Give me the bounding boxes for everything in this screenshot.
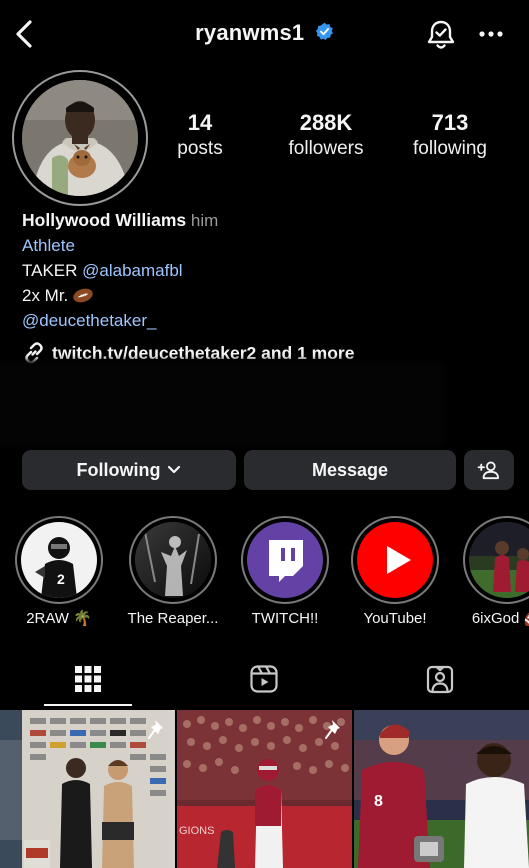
followers-stat[interactable]: 288K followers xyxy=(272,110,380,162)
highlight-ring xyxy=(241,516,329,604)
highlight-cover-the-reaper xyxy=(135,522,211,598)
mention-deucethetaker[interactable]: @deucethetaker_ xyxy=(22,308,522,333)
highlight-cover-youtube xyxy=(357,522,433,598)
profile-bio: Hollywood Williams him Athlete TAKER @al… xyxy=(22,208,522,333)
posts-count: 14 xyxy=(187,110,213,135)
grid-post[interactable]: 8 xyxy=(354,710,529,868)
notifications-button[interactable] xyxy=(424,17,458,53)
tagged-icon xyxy=(426,665,454,694)
highlight-label: TWITCH!! xyxy=(251,610,319,627)
profile-username: ryanwms1 xyxy=(195,20,305,45)
message-button[interactable]: Message xyxy=(244,450,456,490)
pin-icon xyxy=(325,720,340,739)
avatar xyxy=(22,80,138,196)
bio-mr-text: 2x Mr. xyxy=(22,286,69,305)
grid-icon xyxy=(75,666,101,692)
following-button[interactable]: Following xyxy=(22,450,236,490)
bio-link-text: twitch.tv/deucethetaker2 and 1 more xyxy=(52,343,355,363)
bio-link[interactable]: twitch.tv/deucethetaker2 and 1 more xyxy=(22,340,354,366)
bio-line-mr: 2x Mr. xyxy=(22,283,522,308)
highlight-ring xyxy=(463,516,529,604)
add-user-icon xyxy=(477,461,500,480)
top-bar: ryanwms1 xyxy=(0,0,529,70)
highlight-label: 2RAW 🌴 xyxy=(26,610,92,627)
highlight-ring: 2 xyxy=(15,516,103,604)
following-stat[interactable]: 713 following xyxy=(400,110,500,162)
highlight-ring xyxy=(351,516,439,604)
banner-text: GIONS xyxy=(179,825,214,837)
svg-text:8: 8 xyxy=(374,793,383,810)
bell-check-icon xyxy=(427,20,455,49)
category-label: Athlete xyxy=(22,236,75,255)
posts-label: posts xyxy=(177,138,223,159)
message-button-label: Message xyxy=(311,459,389,480)
pronoun: him xyxy=(190,211,219,230)
active-tab-indicator xyxy=(44,704,132,706)
american-football-icon xyxy=(73,288,94,303)
highlight-6ixgod[interactable]: 6ixGod 🏈 xyxy=(452,516,529,628)
tab-posts-grid[interactable] xyxy=(0,650,176,708)
tab-reels[interactable] xyxy=(176,650,352,708)
reels-icon xyxy=(250,665,278,693)
profile-avatar-ring[interactable] xyxy=(12,70,148,206)
bio-name-line: Hollywood Williams him xyxy=(22,208,522,233)
more-horizontal-icon xyxy=(479,31,503,37)
followers-count: 288K xyxy=(299,110,353,135)
highlight-youtube[interactable]: YouTube! xyxy=(340,516,450,628)
highlight-ring xyxy=(129,516,217,604)
redacted-area xyxy=(0,366,440,442)
bio-line-taker: TAKER @alabamafbl xyxy=(22,258,522,283)
highlight-twitch[interactable]: TWITCH!! xyxy=(230,516,340,628)
highlight-cover-twitch xyxy=(247,522,323,598)
chevron-down-icon xyxy=(168,465,181,474)
bio-taker-text: TAKER xyxy=(22,261,83,280)
tab-tagged[interactable] xyxy=(352,650,528,708)
posts-stat[interactable]: 14 posts xyxy=(160,110,240,162)
display-name: Hollywood Williams xyxy=(22,210,187,230)
highlight-cover-2raw: 2 xyxy=(21,522,97,598)
highlight-2raw[interactable]: 2 2RAW 🌴 xyxy=(4,516,114,628)
following-button-label: Following xyxy=(76,459,161,480)
highlight-cover-6ixgod xyxy=(469,522,529,598)
highlight-label: The Reaper... xyxy=(127,610,219,627)
link-icon xyxy=(25,342,43,364)
profile-tabs xyxy=(0,650,529,708)
following-label: following xyxy=(413,138,487,159)
grid-post[interactable] xyxy=(0,710,175,868)
highlight-label: 6ixGod 🏈 xyxy=(471,610,529,627)
mention-alabamafbl[interactable]: @alabamafbl xyxy=(82,261,182,280)
suggested-users-button[interactable] xyxy=(464,450,514,490)
verified-badge-icon xyxy=(315,22,333,41)
more-options-button[interactable] xyxy=(474,20,510,50)
pin-icon xyxy=(148,720,163,739)
highlight-the-reaper[interactable]: The Reaper... xyxy=(118,516,228,628)
followers-label: followers xyxy=(288,138,364,159)
following-count: 713 xyxy=(431,110,469,135)
svg-text:2: 2 xyxy=(57,571,65,587)
highlight-label: YouTube! xyxy=(363,610,427,627)
grid-post[interactable]: GIONS xyxy=(177,710,352,868)
posts-grid: GIONS 8 xyxy=(0,710,529,868)
